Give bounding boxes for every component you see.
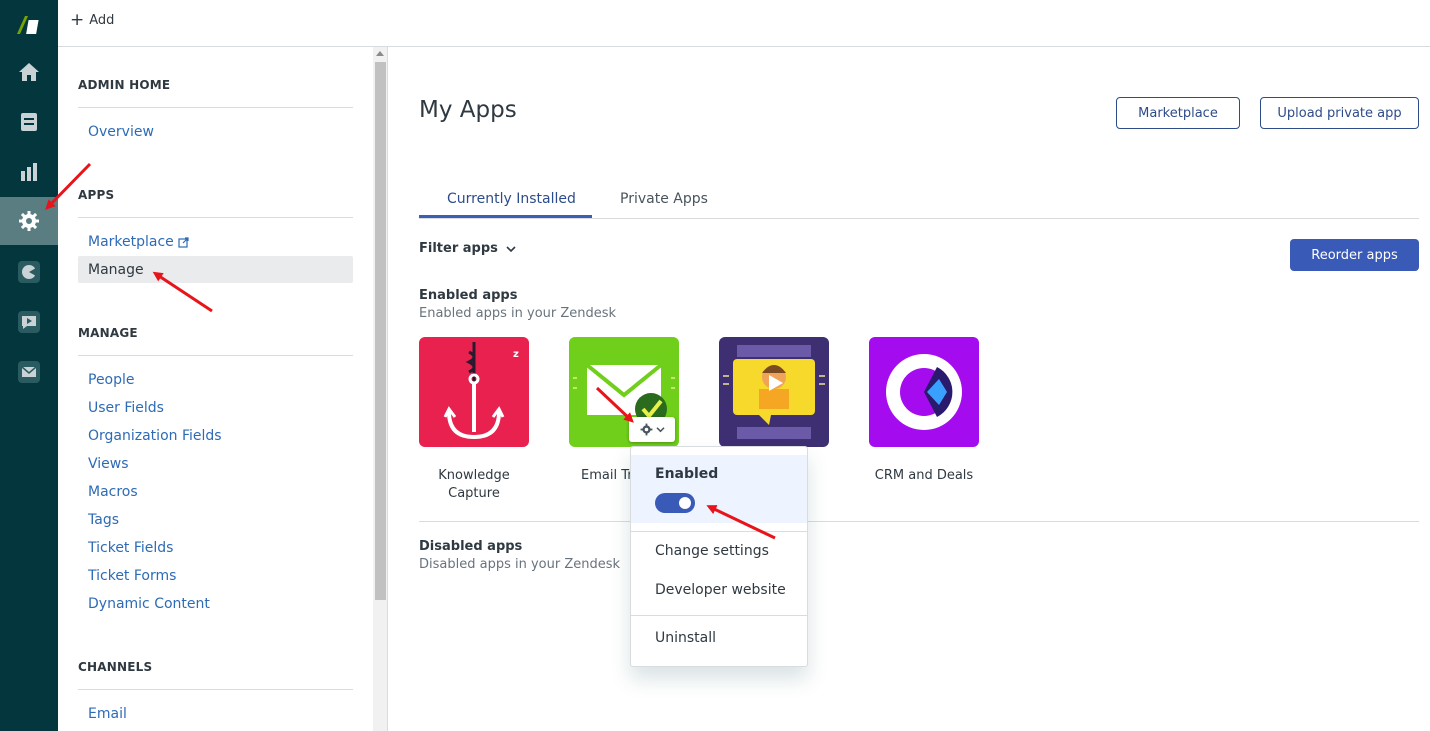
marketplace-label: Marketplace bbox=[88, 234, 174, 250]
app-actions-menu: Enabled Change settings Developer websit… bbox=[630, 446, 808, 667]
nav-scrollbar[interactable] bbox=[373, 47, 388, 731]
app-label-knowledge-capture: Knowledge Capture bbox=[438, 468, 510, 501]
divider bbox=[631, 531, 807, 532]
crm-logo-icon bbox=[886, 354, 962, 430]
menu-item-change-settings[interactable]: Change settings bbox=[655, 543, 769, 559]
reorder-apps-button[interactable]: Reorder apps bbox=[1290, 239, 1419, 271]
chevron-down-icon bbox=[655, 427, 665, 433]
nav-link-manage[interactable]: Manage bbox=[88, 262, 144, 278]
enabled-toggle-row[interactable]: Enabled bbox=[631, 455, 807, 523]
divider bbox=[78, 217, 353, 218]
nav-link-macros[interactable]: Macros bbox=[88, 484, 138, 500]
divider bbox=[78, 689, 353, 690]
enabled-apps-title: Enabled apps bbox=[419, 288, 518, 303]
chat-icon[interactable] bbox=[0, 248, 58, 296]
nav-link-views[interactable]: Views bbox=[88, 456, 129, 472]
menu-item-uninstall[interactable]: Uninstall bbox=[655, 630, 716, 646]
admin-nav: ADMIN HOME Overview APPS Marketplace Man… bbox=[58, 47, 373, 731]
home-icon[interactable] bbox=[0, 48, 58, 96]
divider bbox=[419, 521, 1419, 522]
talk-icon[interactable] bbox=[0, 298, 58, 346]
chevron-down-icon bbox=[506, 245, 516, 252]
nav-link-ticket-forms[interactable]: Ticket Forms bbox=[88, 568, 176, 584]
app-settings-menu-button[interactable] bbox=[629, 417, 675, 442]
upload-private-app-button[interactable]: Upload private app bbox=[1260, 97, 1419, 129]
scroll-up-arrow-icon[interactable] bbox=[376, 51, 384, 56]
app-tile-video[interactable] bbox=[719, 337, 829, 447]
admin-gear-icon[interactable] bbox=[0, 197, 58, 245]
menu-item-developer-website[interactable]: Developer website bbox=[655, 582, 786, 598]
anchor-hook-icon: z bbox=[443, 342, 519, 440]
disabled-apps-title: Disabled apps bbox=[419, 539, 523, 554]
nav-link-overview[interactable]: Overview bbox=[88, 124, 154, 140]
nav-link-dynamic-content[interactable]: Dynamic Content bbox=[88, 596, 210, 612]
disabled-apps-subtitle: Disabled apps in your Zendesk bbox=[419, 557, 621, 572]
zendesk-logo-icon[interactable] bbox=[0, 0, 58, 48]
add-label: Add bbox=[89, 13, 115, 28]
divider bbox=[631, 615, 807, 616]
tab-currently-installed[interactable]: Currently Installed bbox=[447, 191, 576, 207]
external-link-icon bbox=[178, 236, 189, 248]
svg-text:z: z bbox=[513, 349, 519, 360]
gear-icon bbox=[640, 423, 652, 436]
app-tile-knowledge-capture[interactable]: z bbox=[419, 337, 529, 447]
views-icon[interactable] bbox=[0, 98, 58, 146]
divider bbox=[78, 107, 353, 108]
mail-icon[interactable] bbox=[0, 348, 58, 396]
tab-bar: Currently Installed Private Apps bbox=[419, 187, 1419, 219]
nav-heading-apps: APPS bbox=[78, 188, 115, 202]
nav-heading-manage: MANAGE bbox=[78, 326, 138, 340]
app-tile-crm-and-deals[interactable] bbox=[869, 337, 979, 447]
app-label-email: Email Tr bbox=[581, 468, 633, 483]
nav-link-user-fields[interactable]: User Fields bbox=[88, 400, 164, 416]
page-title: My Apps bbox=[419, 97, 517, 123]
nav-link-people[interactable]: People bbox=[88, 372, 135, 388]
reporting-icon[interactable] bbox=[0, 148, 58, 196]
app-label-crm-and-deals: CRM and Deals bbox=[874, 468, 974, 483]
enabled-toggle-switch[interactable] bbox=[655, 493, 695, 513]
scrollbar-thumb[interactable] bbox=[375, 62, 386, 600]
filter-label: Filter apps bbox=[419, 241, 498, 256]
enabled-apps-subtitle: Enabled apps in your Zendesk bbox=[419, 306, 617, 321]
nav-link-organization-fields[interactable]: Organization Fields bbox=[88, 428, 222, 444]
nav-link-marketplace[interactable]: Marketplace bbox=[88, 234, 189, 250]
nav-heading-channels: CHANNELS bbox=[78, 660, 153, 674]
filter-apps-dropdown[interactable]: Filter apps bbox=[419, 241, 516, 256]
product-rail bbox=[0, 0, 58, 731]
nav-heading-admin-home: ADMIN HOME bbox=[78, 78, 171, 92]
video-call-icon bbox=[723, 345, 825, 439]
marketplace-button[interactable]: Marketplace bbox=[1116, 97, 1240, 129]
plus-icon: + bbox=[70, 10, 85, 30]
main-content: My Apps Marketplace Upload private app C… bbox=[389, 47, 1430, 731]
nav-link-email[interactable]: Email bbox=[88, 706, 127, 722]
active-tab-indicator bbox=[419, 215, 592, 218]
tab-private-apps[interactable]: Private Apps bbox=[620, 191, 708, 207]
nav-link-tags[interactable]: Tags bbox=[88, 512, 119, 528]
top-bar: + Add bbox=[58, 0, 1430, 47]
enabled-label: Enabled bbox=[655, 466, 719, 482]
nav-link-ticket-fields[interactable]: Ticket Fields bbox=[88, 540, 173, 556]
add-button[interactable]: + Add bbox=[70, 12, 114, 29]
toggle-knob bbox=[679, 497, 691, 509]
divider bbox=[78, 355, 353, 356]
